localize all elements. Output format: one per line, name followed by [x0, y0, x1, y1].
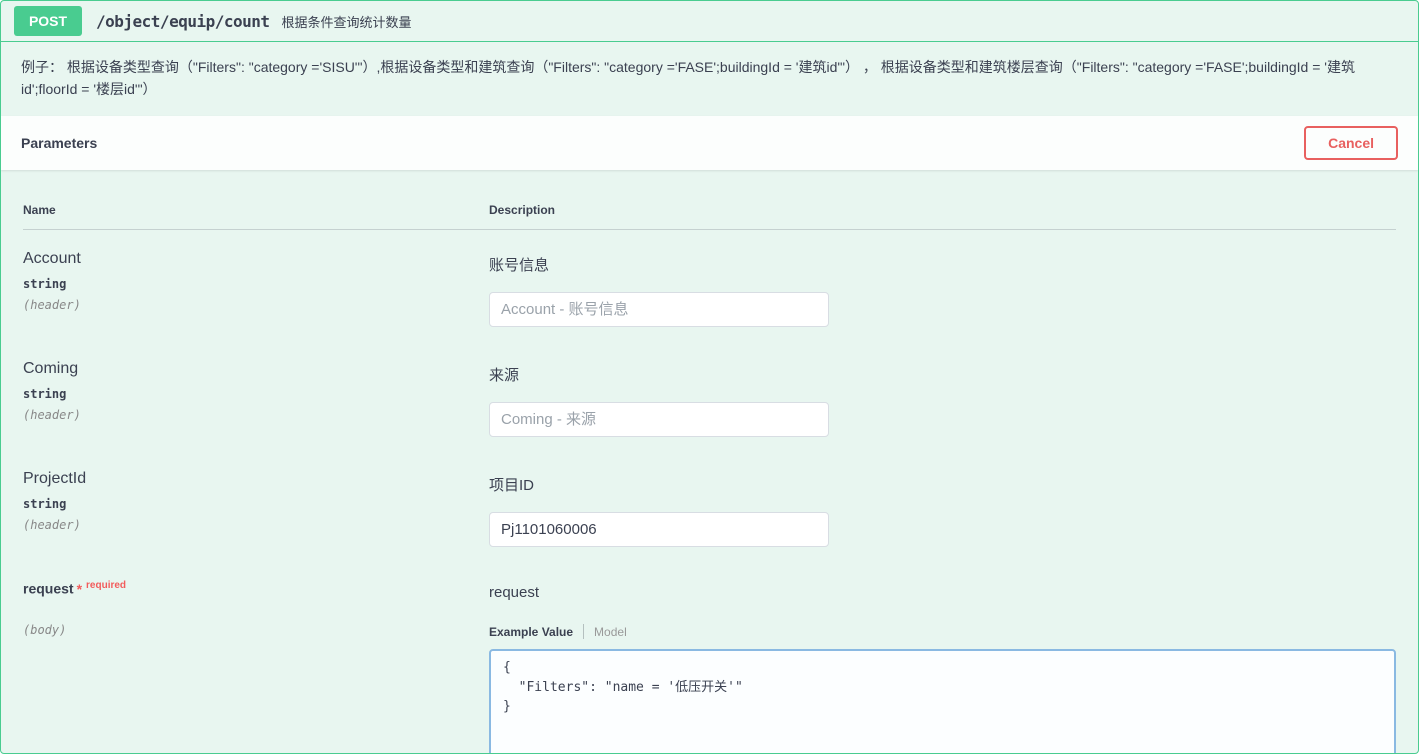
- api-operation-block: POST /object/equip/count 根据条件查询统计数量 例子： …: [0, 0, 1419, 754]
- required-label: required: [86, 580, 126, 591]
- param-name: ProjectId: [23, 470, 469, 488]
- parameters-table: Name Description Account string (header)…: [1, 170, 1418, 754]
- tab-example-value[interactable]: Example Value: [489, 625, 573, 639]
- param-location: (header): [23, 298, 469, 312]
- table-header-row: Name Description: [23, 190, 1396, 230]
- parameters-section-header: Parameters Cancel: [1, 116, 1418, 170]
- param-name: Account: [23, 250, 469, 268]
- projectid-input[interactable]: [489, 512, 829, 547]
- cancel-button[interactable]: Cancel: [1304, 126, 1398, 160]
- param-description: request: [489, 584, 1396, 601]
- tab-model[interactable]: Model: [594, 625, 627, 639]
- http-method-badge: POST: [14, 6, 82, 36]
- account-input[interactable]: [489, 292, 829, 327]
- param-location: (header): [23, 518, 469, 532]
- operation-description: 例子： 根据设备类型查询（"Filters": "category ='SISU…: [1, 42, 1418, 116]
- required-asterisk: *: [77, 581, 82, 597]
- coming-input[interactable]: [489, 402, 829, 437]
- column-header-description: Description: [489, 203, 1396, 217]
- param-location: (body): [23, 623, 469, 637]
- param-type: string: [23, 277, 469, 291]
- param-type: string: [23, 497, 469, 511]
- tab-separator: [583, 624, 584, 639]
- param-row-projectid: ProjectId string (header) 项目ID: [23, 450, 1396, 560]
- endpoint-summary: 根据条件查询统计数量: [282, 12, 412, 31]
- param-description: 账号信息: [489, 254, 1396, 275]
- param-row-coming: Coming string (header) 来源: [23, 340, 1396, 450]
- body-tabs: Example Value Model: [489, 624, 1396, 639]
- parameters-title: Parameters: [21, 135, 97, 151]
- param-row-request: request*required (body) request Example …: [23, 560, 1396, 754]
- param-name: request: [23, 581, 74, 597]
- param-name: Coming: [23, 360, 469, 378]
- column-header-name: Name: [23, 203, 489, 217]
- param-row-account: Account string (header) 账号信息: [23, 230, 1396, 340]
- param-name-required: request* required: [23, 580, 469, 597]
- param-location: (header): [23, 408, 469, 422]
- param-description: 项目ID: [489, 474, 1396, 495]
- request-body-textarea[interactable]: { "Filters": "name = '低压开关'" }: [489, 649, 1396, 754]
- param-type: string: [23, 387, 469, 401]
- endpoint-path: /object/equip/count: [96, 12, 270, 31]
- param-description: 来源: [489, 364, 1396, 385]
- operation-summary[interactable]: POST /object/equip/count 根据条件查询统计数量: [1, 1, 1418, 42]
